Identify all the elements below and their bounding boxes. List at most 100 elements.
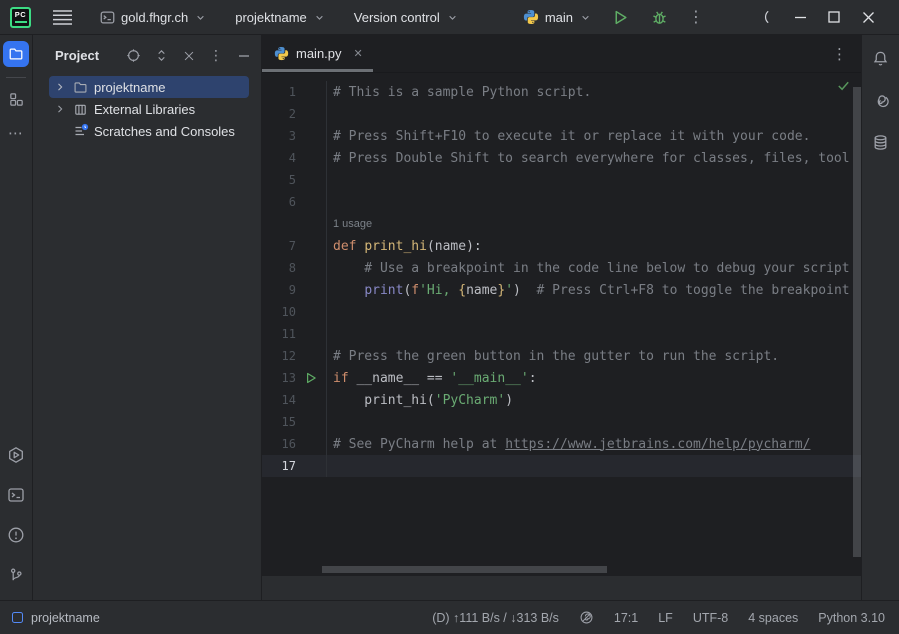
code-text[interactable]: # See PyCharm help at https://www.jetbra… — [326, 433, 861, 455]
code-text[interactable]: # Use a breakpoint in the code line belo… — [326, 257, 861, 279]
code-line[interactable]: 5 — [262, 169, 861, 191]
code-text[interactable]: # Press the green button in the gutter t… — [326, 345, 861, 367]
expand-collapse-icon[interactable] — [154, 48, 169, 63]
editor-gutter[interactable]: 16 — [262, 433, 326, 455]
version-control-icon[interactable] — [3, 562, 29, 588]
ai-assistant-icon[interactable] — [868, 87, 894, 113]
editor-viewport[interactable]: 1# This is a sample Python script.23# Pr… — [262, 73, 861, 575]
editor-gutter[interactable]: 17 — [262, 455, 326, 477]
maximize-button[interactable] — [817, 11, 851, 23]
encoding-widget[interactable]: UTF-8 — [693, 611, 728, 625]
inspection-ok-icon[interactable] — [836, 78, 851, 93]
code-text[interactable]: 1 usage — [326, 213, 861, 235]
code-line[interactable]: 12# Press the green button in the gutter… — [262, 345, 861, 367]
debug-button[interactable] — [645, 5, 674, 30]
tree-item-scratches-and-consoles[interactable]: Scratches and Consoles — [49, 120, 249, 142]
services-icon[interactable] — [3, 442, 29, 468]
ai-status-icon[interactable] — [579, 610, 594, 625]
close-button[interactable] — [851, 11, 885, 24]
editor-gutter[interactable]: 4 — [262, 147, 326, 169]
code-line[interactable]: 11 — [262, 323, 861, 345]
terminal-icon[interactable] — [3, 482, 29, 508]
problems-icon[interactable] — [3, 522, 29, 548]
minimize-button[interactable] — [783, 11, 817, 24]
tab-main-py[interactable]: main.py ✕ — [262, 35, 373, 72]
crescent-icon[interactable] — [749, 9, 783, 25]
code-line[interactable]: 3# Press Shift+F10 to execute it or repl… — [262, 125, 861, 147]
code-line[interactable]: 9 print(f'Hi, {name}') # Press Ctrl+F8 t… — [262, 279, 861, 301]
editor-gutter[interactable]: 1 — [262, 81, 326, 103]
code-line[interactable]: 7def print_hi(name): — [262, 235, 861, 257]
code-line[interactable]: 4# Press Double Shift to search everywhe… — [262, 147, 861, 169]
code-line[interactable]: 16# See PyCharm help at https://www.jetb… — [262, 433, 861, 455]
code-line[interactable]: 17 — [262, 455, 861, 477]
code-text[interactable]: # Press Double Shift to search everywher… — [326, 147, 861, 169]
code-line[interactable]: 15 — [262, 411, 861, 433]
collapse-all-icon[interactable] — [182, 49, 196, 63]
transfer-speed-widget[interactable]: (D) ↑111 B/s / ↓313 B/s — [432, 611, 559, 625]
editor-gutter[interactable]: 8 — [262, 257, 326, 279]
kebab-icon[interactable]: ⋮ — [682, 3, 711, 31]
code-text[interactable]: # Press Shift+F10 to execute it or repla… — [326, 125, 861, 147]
editor-gutter[interactable]: 12 — [262, 345, 326, 367]
modules-icon[interactable] — [3, 86, 29, 112]
editor-options-icon[interactable]: ⋮ — [832, 45, 847, 63]
run-config-selector[interactable]: main — [517, 5, 598, 29]
code-line[interactable]: 8 # Use a breakpoint in the code line be… — [262, 257, 861, 279]
run-line-icon[interactable] — [296, 372, 326, 384]
tree-item-projektname[interactable]: projektname — [49, 76, 249, 98]
code-line[interactable]: 2 — [262, 103, 861, 125]
run-button[interactable] — [606, 5, 635, 30]
code-line[interactable]: 6 — [262, 191, 861, 213]
tab-close-icon[interactable]: ✕ — [354, 47, 363, 60]
module-selector[interactable]: projektname — [229, 6, 332, 29]
editor-gutter[interactable] — [262, 213, 326, 235]
code-text[interactable] — [326, 323, 861, 345]
code-text[interactable] — [326, 103, 861, 125]
code-text[interactable] — [326, 455, 861, 477]
code-text[interactable] — [326, 301, 861, 323]
code-text[interactable]: def print_hi(name): — [326, 235, 861, 257]
editor-gutter[interactable]: 13 — [262, 367, 326, 389]
editor-gutter[interactable]: 10 — [262, 301, 326, 323]
horizontal-scrollbar[interactable] — [322, 566, 607, 573]
hide-panel-icon[interactable] — [237, 49, 251, 63]
notifications-icon[interactable] — [868, 45, 894, 71]
vcs-selector[interactable]: Version control — [348, 6, 465, 29]
editor-gutter[interactable]: 9 — [262, 279, 326, 301]
hamburger-icon[interactable] — [47, 6, 78, 29]
editor-gutter[interactable]: 6 — [262, 191, 326, 213]
tree-item-external-libraries[interactable]: External Libraries — [49, 98, 249, 120]
usages-inlay-hint[interactable]: 1 usage — [333, 218, 372, 230]
panel-options-icon[interactable]: ⋮ — [209, 47, 224, 64]
chevron-right-icon[interactable] — [53, 101, 67, 117]
project-selector[interactable]: gold.fhgr.ch — [94, 6, 213, 29]
editor-gutter[interactable]: 14 — [262, 389, 326, 411]
indent-widget[interactable]: 4 spaces — [748, 611, 798, 625]
caret-position-widget[interactable]: 17:1 — [614, 611, 638, 625]
code-text[interactable]: print_hi('PyCharm') — [326, 389, 861, 411]
editor-gutter[interactable]: 11 — [262, 323, 326, 345]
code-line[interactable]: 10 — [262, 301, 861, 323]
editor-gutter[interactable]: 5 — [262, 169, 326, 191]
inlay-hint-row[interactable]: 1 usage — [262, 213, 861, 235]
editor-gutter[interactable]: 15 — [262, 411, 326, 433]
editor-gutter[interactable]: 7 — [262, 235, 326, 257]
locate-icon[interactable] — [126, 48, 141, 63]
editor-gutter[interactable]: 2 — [262, 103, 326, 125]
code-text[interactable]: print(f'Hi, {name}') # Press Ctrl+F8 to … — [326, 279, 861, 301]
database-icon[interactable] — [868, 129, 894, 155]
code-line[interactable]: 1# This is a sample Python script. — [262, 81, 861, 103]
code-text[interactable]: # This is a sample Python script. — [326, 81, 861, 103]
code-line[interactable]: 14 print_hi('PyCharm') — [262, 389, 861, 411]
line-ending-widget[interactable]: LF — [658, 611, 673, 625]
status-project-widget[interactable]: projektname — [12, 611, 100, 625]
vertical-scrollbar[interactable] — [853, 87, 861, 557]
editor-gutter[interactable]: 3 — [262, 125, 326, 147]
code-text[interactable]: if __name__ == '__main__': — [326, 367, 861, 389]
chevron-right-icon[interactable] — [53, 79, 67, 95]
code-text[interactable] — [326, 411, 861, 433]
code-line[interactable]: 13if __name__ == '__main__': — [262, 367, 861, 389]
code-text[interactable] — [326, 191, 861, 213]
code-text[interactable] — [326, 169, 861, 191]
